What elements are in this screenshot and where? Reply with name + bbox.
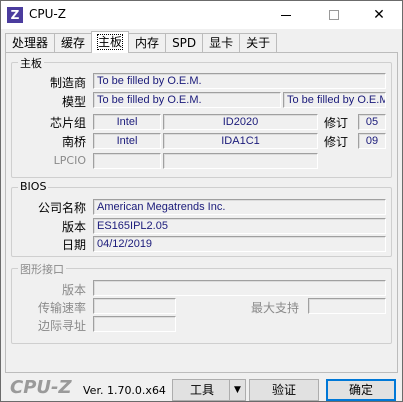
- tab-mainboard[interactable]: 主板: [91, 31, 130, 53]
- gi-version-field: [93, 280, 386, 296]
- tab-label: 缓存: [61, 36, 86, 50]
- cpuz-app-icon: Z: [7, 7, 23, 23]
- bios-group-title: BIOS: [18, 180, 49, 193]
- motherboard-group: 主板 制造商 To be filled by O.E.M. 模型 To be f…: [11, 55, 392, 178]
- graphic-interface-group-title: 图形接口: [18, 261, 66, 277]
- close-icon: ✕: [373, 7, 385, 23]
- bios-brand-field: American Megatrends Inc.: [93, 199, 386, 215]
- tab-caches[interactable]: 缓存: [54, 33, 93, 53]
- bios-date-field: 04/12/2019: [93, 236, 386, 252]
- bios-version-label: 版本: [61, 220, 86, 234]
- minimize-icon: [281, 14, 291, 16]
- southbridge-revision-field: 09: [358, 133, 386, 149]
- bios-group: BIOS 公司名称 American Megatrends Inc. 版本 ES…: [11, 180, 392, 257]
- model-label: 模型: [61, 95, 86, 109]
- tab-memory[interactable]: 内存: [128, 33, 167, 53]
- chipset-model-field: ID2020: [163, 114, 318, 130]
- tools-button[interactable]: 工具: [172, 379, 232, 401]
- gi-transfer-rate-field: [93, 298, 176, 314]
- model-revision-field: To be filled by O.E.M.: [283, 92, 386, 108]
- tab-about[interactable]: 关于: [239, 33, 278, 53]
- chevron-down-icon: ▼: [234, 385, 241, 395]
- motherboard-group-title: 主板: [18, 55, 44, 71]
- tab-label: 显卡: [209, 36, 234, 50]
- tab-label: 关于: [246, 36, 271, 50]
- validate-button[interactable]: 验证: [249, 379, 319, 401]
- window-title: CPU-Z: [29, 7, 66, 21]
- tab-label: SPD: [172, 36, 197, 50]
- gi-max-supported-label: 最大支持: [251, 301, 300, 315]
- tab-label: 处理器: [12, 36, 49, 50]
- cpuz-window: Z CPU-Z ✕ 处理器 缓存 主板 内存 SPD 显卡 关于 主板 制造商 …: [0, 0, 403, 402]
- cpuz-logo: CPU-Z: [10, 377, 72, 398]
- southbridge-label: 南桥: [61, 135, 86, 149]
- tab-cpu[interactable]: 处理器: [5, 33, 56, 53]
- tab-graphics[interactable]: 显卡: [202, 33, 241, 53]
- lpcio-label: LPCIO: [53, 154, 86, 167]
- bios-version-field: ES165IPL2.05: [93, 218, 386, 234]
- southbridge-vendor-field: Intel: [93, 133, 161, 149]
- lpcio-vendor-field: [93, 153, 161, 169]
- southbridge-revision-label: 修订: [324, 135, 349, 149]
- model-field: To be filled by O.E.M.: [93, 92, 281, 108]
- lpcio-model-field: [163, 153, 318, 169]
- gi-side-band-field: [93, 316, 176, 332]
- tools-dropdown-button[interactable]: ▼: [229, 379, 246, 401]
- gi-side-band-label: 边际寻址: [37, 319, 86, 333]
- manufacturer-label: 制造商: [49, 76, 86, 90]
- minimize-button[interactable]: [263, 1, 309, 29]
- bios-date-label: 日期: [61, 238, 86, 252]
- chipset-vendor-field: Intel: [93, 114, 161, 130]
- tab-label: 主板: [97, 34, 124, 50]
- maximize-icon: [329, 10, 339, 20]
- graphic-interface-group: 图形接口 版本 传输速率 最大支持 边际寻址: [11, 261, 392, 344]
- gi-max-supported-field: [308, 298, 386, 314]
- tab-bar: 处理器 缓存 主板 内存 SPD 显卡 关于: [5, 31, 278, 53]
- ok-button[interactable]: 确定: [326, 379, 396, 401]
- tab-content-panel: 主板 制造商 To be filled by O.E.M. 模型 To be f…: [5, 52, 398, 373]
- close-button[interactable]: ✕: [356, 1, 402, 29]
- manufacturer-field: To be filled by O.E.M.: [93, 73, 386, 89]
- bios-brand-label: 公司名称: [37, 201, 86, 215]
- title-bar: Z CPU-Z ✕: [1, 1, 402, 29]
- gi-transfer-rate-label: 传输速率: [37, 301, 86, 315]
- maximize-button[interactable]: [311, 1, 357, 29]
- tab-label: 内存: [135, 36, 160, 50]
- tab-spd[interactable]: SPD: [165, 33, 204, 53]
- version-text: Ver. 1.70.0.x64: [83, 384, 166, 397]
- gi-version-label: 版本: [61, 283, 86, 297]
- chipset-revision-label: 修订: [324, 116, 349, 130]
- chipset-revision-field: 05: [358, 114, 386, 130]
- southbridge-model-field: IDA1C1: [163, 133, 318, 149]
- chipset-label: 芯片组: [49, 116, 86, 130]
